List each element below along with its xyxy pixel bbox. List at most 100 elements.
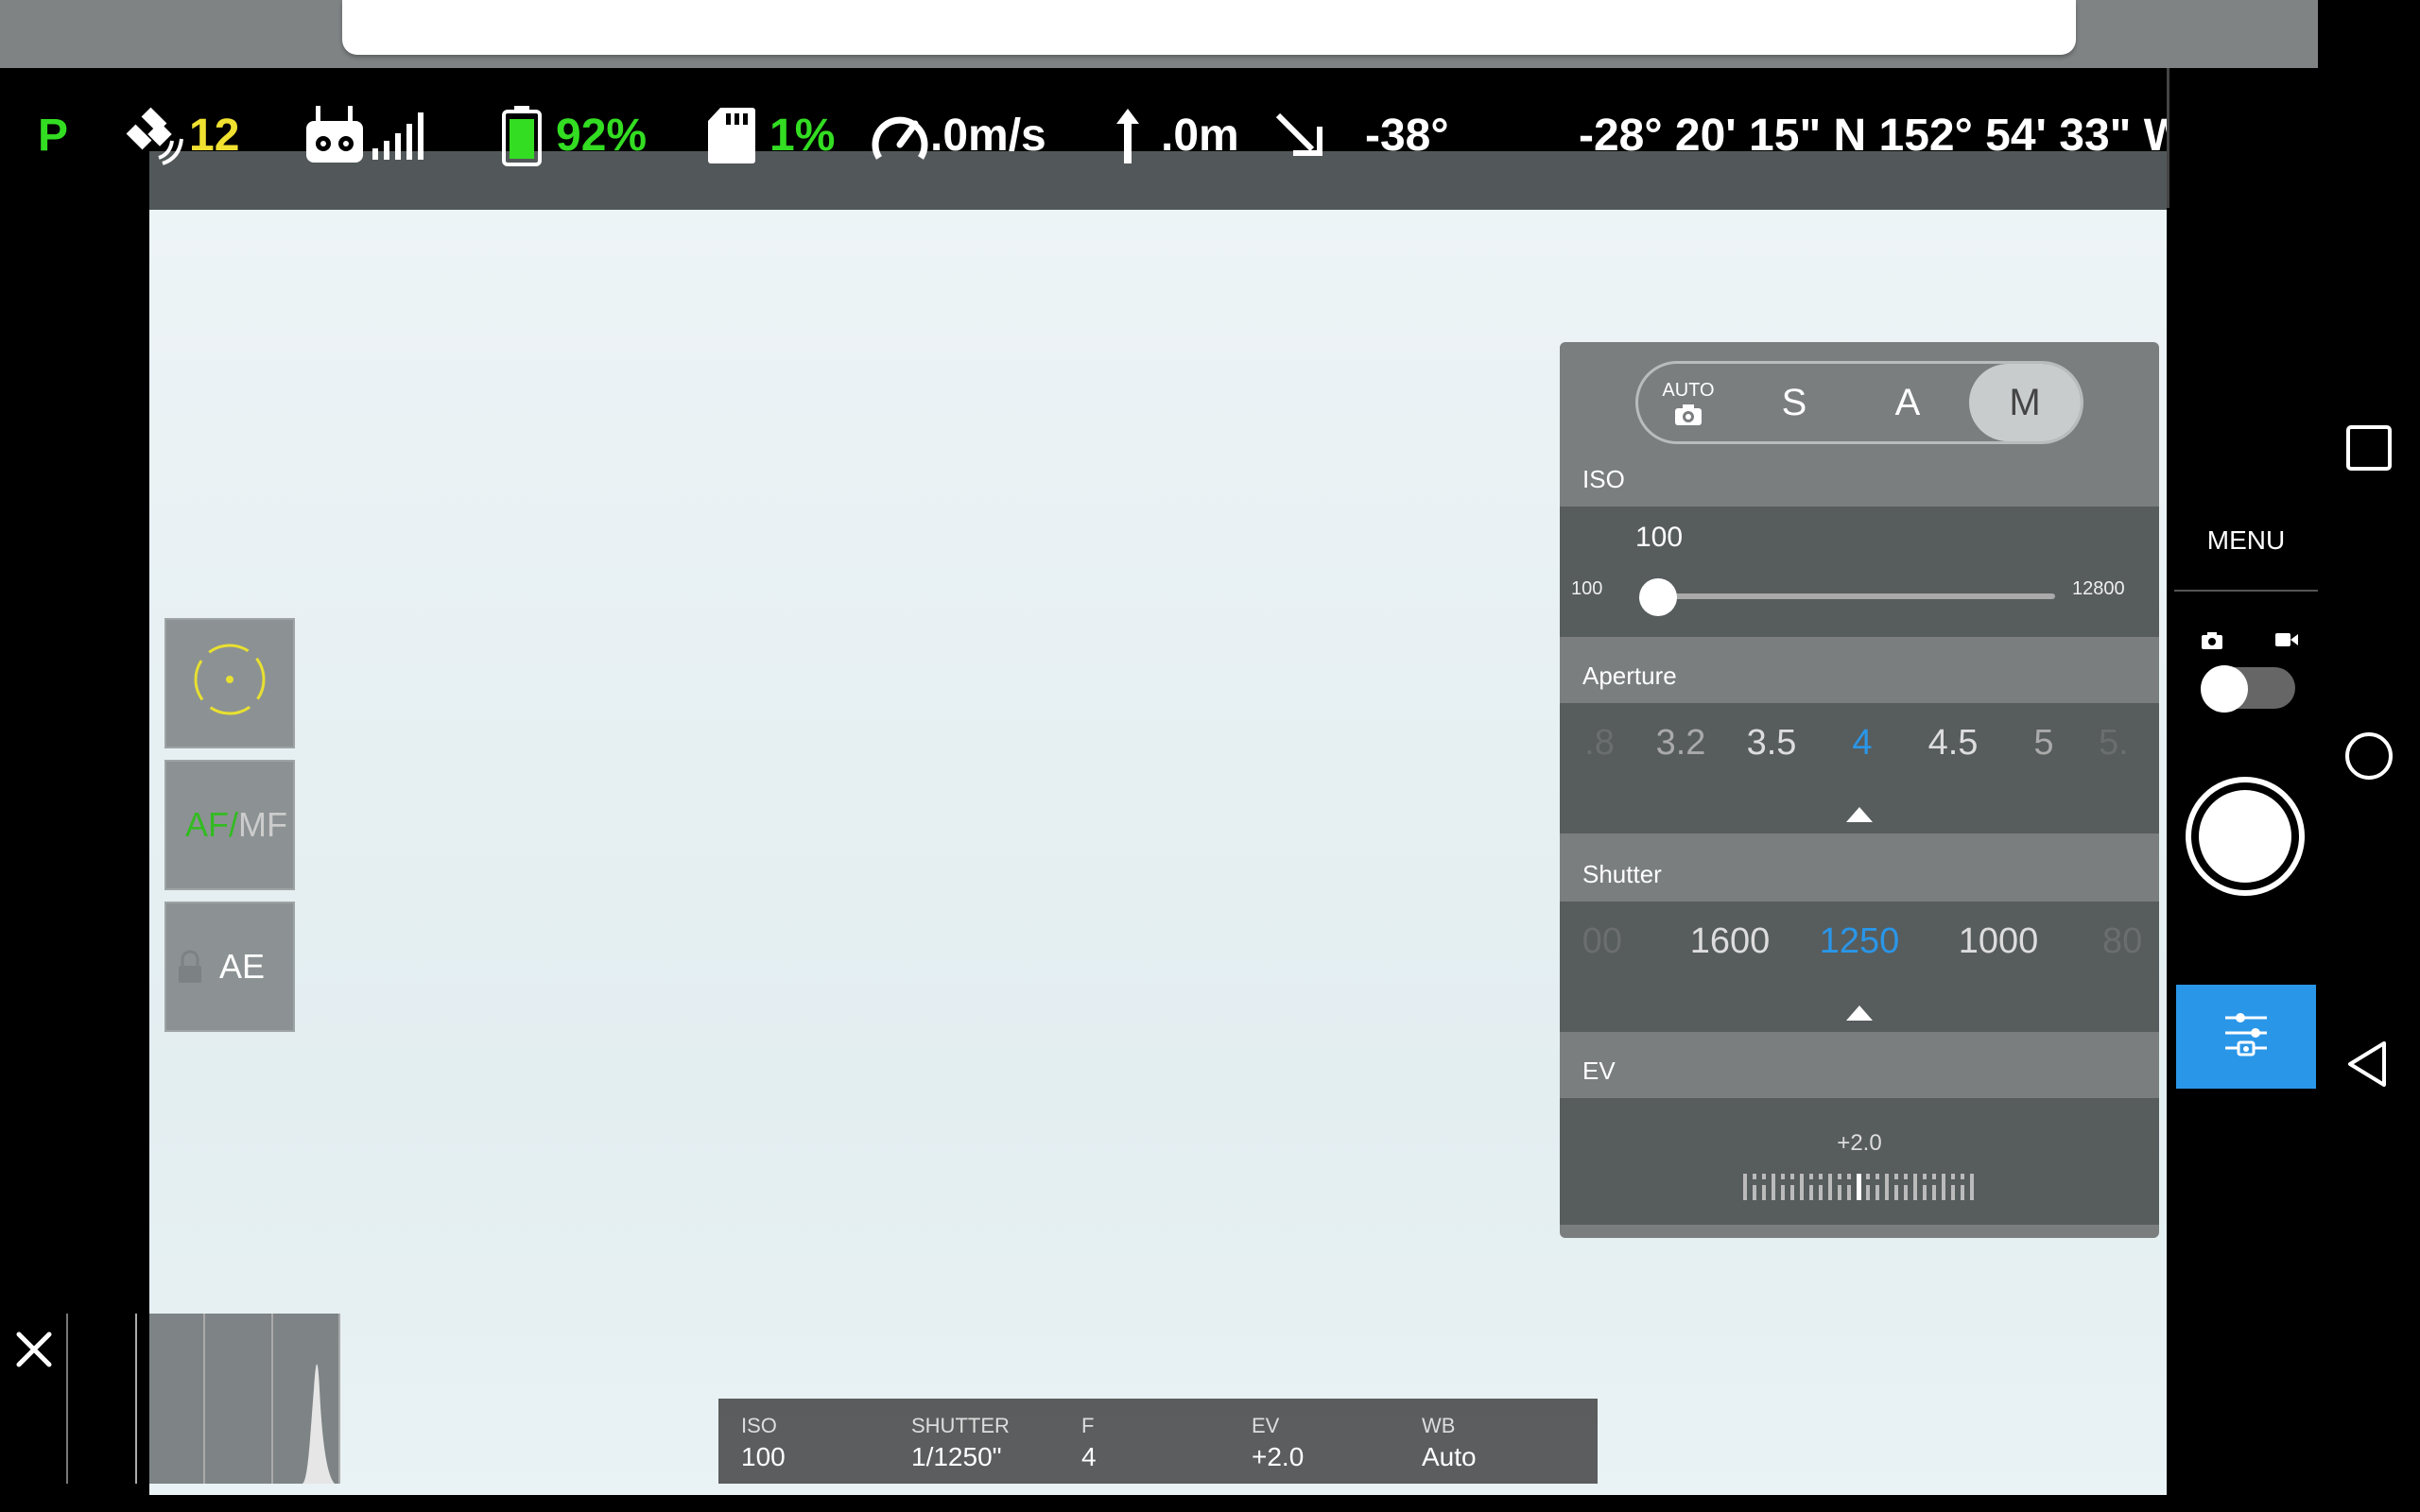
iso-min: 100 [1571,578,1603,599]
ev-tick [1970,1174,1974,1200]
ev-tick-dot [1876,1174,1879,1179]
ev-tick [1932,1185,1936,1200]
ev-tick-dot [1932,1174,1936,1179]
ev-tick [1753,1185,1756,1200]
speedometer-icon [872,116,928,160]
histogram-graph [68,1314,340,1484]
iso-value: 100 [1635,522,1684,553]
battery-status[interactable]: 92% [501,102,647,168]
aperture-value-selected[interactable]: 4 [1817,703,1908,782]
back-button[interactable] [2342,1038,2395,1091]
ev-tick [1876,1185,1879,1200]
home-button[interactable] [2342,730,2395,782]
f-info-value: 4 [1081,1442,1097,1471]
ev-tick-dot [1819,1174,1823,1179]
shutter-value-item[interactable]: 00 [1560,902,1622,981]
ev-value: +2.0 [1837,1130,1882,1156]
camera-settings-button[interactable] [2176,985,2316,1089]
aperture-value-item[interactable]: 5. [2099,703,2155,782]
wb-info-value: Auto [1422,1442,1477,1471]
aperture-value-item[interactable]: 3.2 [1635,703,1726,782]
photo-mode-icon [2201,631,2223,655]
shutter-value-item[interactable]: 1600 [1664,902,1796,981]
af-label: AF/ [185,805,239,844]
sd-card-status[interactable]: 1% [707,102,835,168]
ev-tick [1772,1174,1775,1200]
mode-s[interactable]: S [1742,364,1846,441]
ev-tick [1942,1174,1945,1200]
circle-icon [2345,732,2393,780]
ae-label: AE [219,947,266,986]
toggle-knob[interactable] [2201,665,2248,713]
iso-info-label: ISO [741,1414,777,1437]
ev-tick-dot [1961,1174,1964,1179]
ev-tick-dot [1894,1174,1898,1179]
ev-tick-dot [1923,1174,1927,1179]
remote-signal[interactable] [304,102,431,168]
mode-auto-label: AUTO [1662,379,1715,401]
arrow-up-icon [1116,109,1139,163]
ae-lock-button[interactable]: AE [164,902,295,1032]
ev-tick [1951,1185,1955,1200]
ev-section: +2.0 [1560,1098,2159,1225]
shutter-button-inner[interactable] [2199,790,2291,883]
shutter-value-selected[interactable]: 1250 [1793,902,1926,981]
battery-percent: 92% [556,110,648,161]
mode-a[interactable]: A [1856,364,1960,441]
ev-tick [1762,1185,1766,1200]
wb-info-label: WB [1422,1414,1456,1437]
recent-apps-button[interactable] [2342,421,2395,474]
aperture-caret-icon [1846,807,1873,822]
speed-readout: .0m/s [870,102,1046,168]
shutter-caret-icon [1846,1005,1873,1021]
focus-target-button[interactable] [164,618,295,748]
iso-label: ISO [1582,465,1625,493]
exposure-mode-selector: AUTO S A M [1635,361,2083,444]
mode-m[interactable]: M [1969,364,2081,441]
satellite-count: 12 [189,110,240,161]
iso-slider-thumb[interactable] [1639,578,1677,616]
ev-tick-dot [1951,1174,1955,1179]
ev-tick [1800,1174,1804,1200]
satellite-status[interactable]: 12 [125,102,239,168]
shutter-section: 00 1600 1250 1000 80 [1560,902,2159,1032]
satellite-icon [126,107,183,165]
ev-scale[interactable] [1739,1170,1976,1202]
ev-tick [1904,1185,1908,1200]
shutter-value-item[interactable]: 80 [2102,902,2159,981]
gimbal-pitch-value: -38° [1365,110,1449,161]
aperture-value-item[interactable]: 5 [1998,703,2089,782]
histogram-close-button[interactable] [0,1314,68,1484]
ev-tick [1885,1174,1889,1200]
ev-tick [1923,1185,1927,1200]
speed-value: .0m/s [930,110,1046,161]
gps-coordinates: -28° 20' 15" N 152° 54' 33" W [1579,110,2167,161]
iso-section: 100 100 12800 [1560,507,2159,637]
ev-tick [1913,1174,1917,1200]
shutter-value-item[interactable]: 1000 [1932,902,2065,981]
aperture-value-item[interactable]: 4.5 [1908,703,1998,782]
mf-label: MF [238,805,287,844]
ev-tick-dot [1847,1174,1851,1179]
square-icon [2346,425,2392,471]
af-mf-toggle[interactable]: AF/MF [164,760,295,890]
notification-sheet[interactable] [342,0,2076,55]
f-info-label: F [1081,1414,1095,1437]
menu-button[interactable]: MENU [2174,525,2318,556]
aperture-value-item[interactable]: .8 [1571,703,1628,782]
camera-settings-panel: AUTO S A M ISO 100 100 12800 Aperture .8… [1560,342,2159,1238]
iso-max: 12800 [2072,578,2125,599]
sd-card-icon [708,108,755,163]
mode-auto[interactable]: AUTO [1638,364,1738,441]
shutter-info-label: SHUTTER [911,1414,1010,1437]
iso-slider-track[interactable] [1645,593,2055,599]
ev-tick [1828,1174,1832,1200]
camera-icon [1675,404,1702,425]
ev-tick [1790,1185,1794,1200]
ev-tick-dot [1866,1174,1870,1179]
remote-controller-icon [306,106,363,163]
arrow-down-right-icon [1275,112,1322,156]
aperture-value-item[interactable]: 3.5 [1726,703,1817,782]
ev-tick [1743,1174,1747,1200]
aperture-section: .8 3.2 3.5 4 4.5 5 5. [1560,703,2159,833]
